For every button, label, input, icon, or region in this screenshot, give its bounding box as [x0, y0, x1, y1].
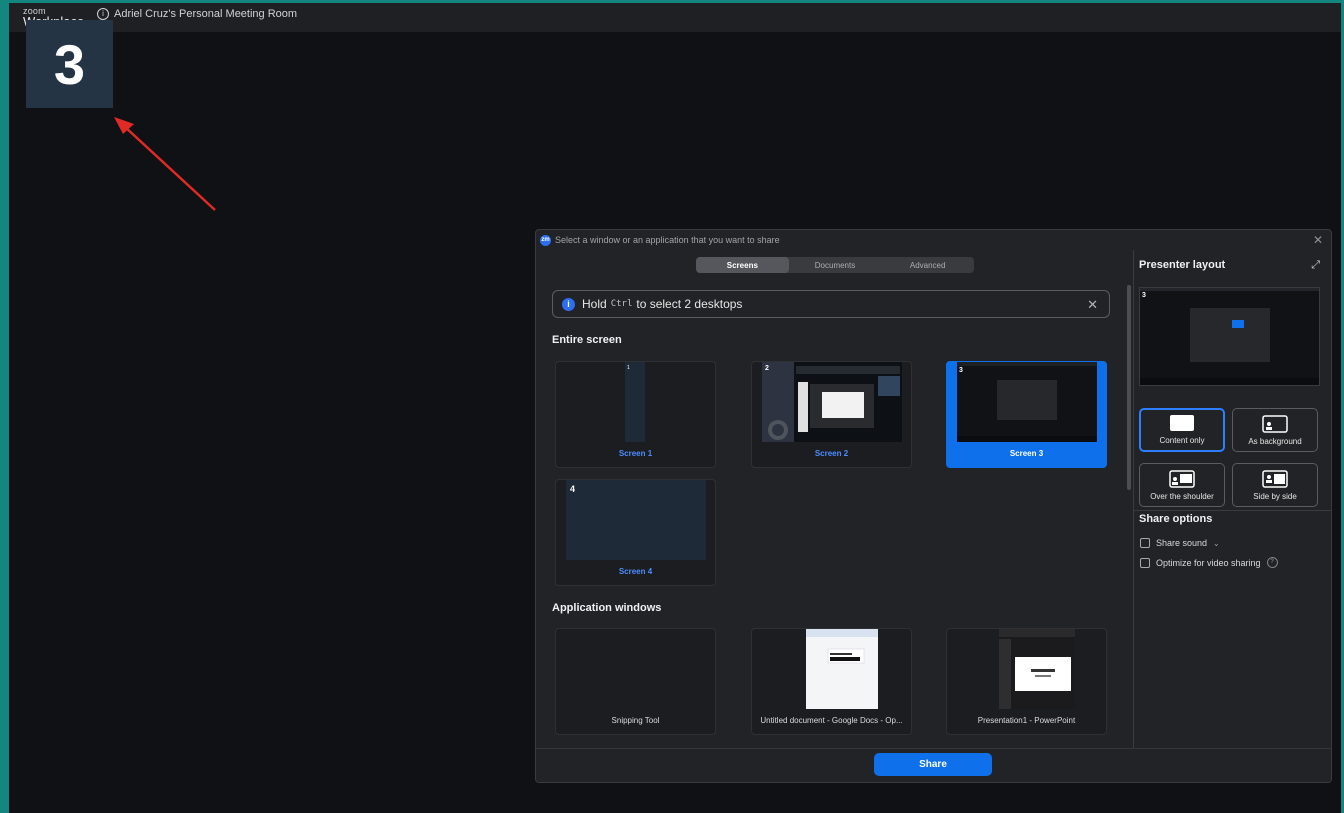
tiles-scrollbar[interactable]	[1127, 285, 1131, 490]
share-screen-dialog: zm Select a window or an application tha…	[535, 229, 1332, 783]
tab-documents[interactable]: Documents	[789, 257, 882, 273]
google-docs-thumbnail	[806, 629, 878, 709]
close-icon[interactable]: ✕	[1313, 233, 1323, 247]
screen-tile-3[interactable]: 3 Screen 3	[946, 361, 1107, 468]
zoom-app-icon: zm	[540, 234, 551, 246]
optimize-video-label: Optimize for video sharing	[1156, 557, 1261, 568]
tab-screens[interactable]: Screens	[696, 257, 789, 273]
screen-4-label: Screen 4	[618, 567, 653, 576]
screen-1-thumbnail: 1	[625, 362, 645, 442]
info-icon: i	[562, 297, 575, 311]
app-2-label: Untitled document - Google Docs - Op...	[760, 716, 903, 725]
layout-over-the-shoulder-label: Over the shoulder	[1150, 492, 1214, 501]
tab-advanced[interactable]: Advanced	[881, 257, 974, 273]
screen-4-number: 4	[570, 484, 575, 494]
screen-3-thumbnail: 3	[957, 362, 1097, 442]
content-only-icon	[1170, 415, 1194, 431]
screen-2-thumbnail: 2	[762, 362, 902, 442]
dialog-title-bar: zm Select a window or an application tha…	[536, 230, 1331, 250]
preview-thumbnail: 3	[1140, 288, 1319, 385]
share-sound-checkbox[interactable]	[1140, 538, 1150, 548]
layout-over-the-shoulder[interactable]: Over the shoulder	[1139, 463, 1225, 507]
app-tile-powerpoint[interactable]: Presentation1 - PowerPoint	[946, 628, 1107, 735]
screen-4-thumbnail: 4	[566, 480, 706, 560]
screen-2-label: Screen 2	[814, 449, 849, 458]
panel-divider	[1134, 510, 1331, 511]
chevron-down-icon[interactable]: ⌄	[1213, 539, 1220, 548]
dialog-title: Select a window or an application that y…	[555, 235, 780, 245]
dialog-footer: Share	[536, 748, 1331, 782]
expand-icon[interactable]: ⤢	[1311, 259, 1320, 272]
multi-desktop-tip: i Hold Ctrl to select 2 desktops ✕	[552, 290, 1110, 318]
screen-1-label: Screen 1	[618, 449, 653, 458]
presenter-layout-title: Presenter layout	[1139, 259, 1226, 271]
optimize-video-option[interactable]: Optimize for video sharing ?	[1140, 557, 1278, 568]
share-sound-option[interactable]: Share sound ⌄	[1140, 538, 1220, 548]
screen-tile-1[interactable]: 1 Screen 1	[555, 361, 716, 468]
tip-prefix: Hold	[582, 297, 607, 311]
presenter-preview: 3	[1139, 287, 1320, 386]
layout-content-only[interactable]: Content only	[1139, 408, 1225, 452]
powerpoint-thumbnail	[999, 629, 1075, 709]
tip-suffix: to select 2 desktops	[636, 297, 743, 311]
layout-content-only-label: Content only	[1159, 436, 1205, 445]
over-the-shoulder-icon	[1169, 470, 1195, 488]
screen-tile-2[interactable]: 2 Screen 2	[751, 361, 912, 468]
close-icon[interactable]: ✕	[1087, 297, 1098, 313]
screen-2-number: 2	[765, 365, 769, 372]
help-icon[interactable]: ?	[1266, 557, 1278, 568]
app-1-label: Snipping Tool	[611, 716, 660, 725]
layout-as-background[interactable]: As background	[1232, 408, 1318, 452]
entire-screen-heading: Entire screen	[552, 334, 622, 346]
share-sound-label: Share sound	[1156, 538, 1208, 548]
screen-1-number: 1	[627, 365, 630, 371]
as-background-icon	[1262, 415, 1288, 433]
optimize-video-checkbox[interactable]	[1140, 557, 1150, 568]
layout-side-by-side[interactable]: Side by side	[1232, 463, 1318, 507]
share-options-title: Share options	[1139, 513, 1213, 525]
app-3-label: Presentation1 - PowerPoint	[977, 716, 1076, 725]
tip-key: Ctrl	[610, 299, 633, 309]
app-tile-snipping-tool[interactable]: Snipping Tool	[555, 628, 716, 735]
screen-3-number: 3	[959, 367, 963, 374]
side-by-side-icon	[1262, 470, 1288, 488]
share-tabs: Screens Documents Advanced	[696, 257, 974, 273]
app-tile-google-docs[interactable]: Untitled document - Google Docs - Op...	[751, 628, 912, 735]
screen-3-label: Screen 3	[1009, 449, 1044, 458]
preview-number: 3	[1142, 292, 1146, 299]
layout-side-by-side-label: Side by side	[1253, 492, 1297, 501]
presenter-layout-panel: Presenter layout ⤢ 3 Content only As bac…	[1133, 250, 1331, 749]
share-button[interactable]: Share	[874, 753, 992, 776]
screen-tile-4[interactable]: 4 Screen 4	[555, 479, 716, 586]
layout-as-background-label: As background	[1248, 437, 1302, 446]
red-arrow-annotation	[114, 117, 216, 211]
application-windows-heading: Application windows	[552, 602, 662, 614]
